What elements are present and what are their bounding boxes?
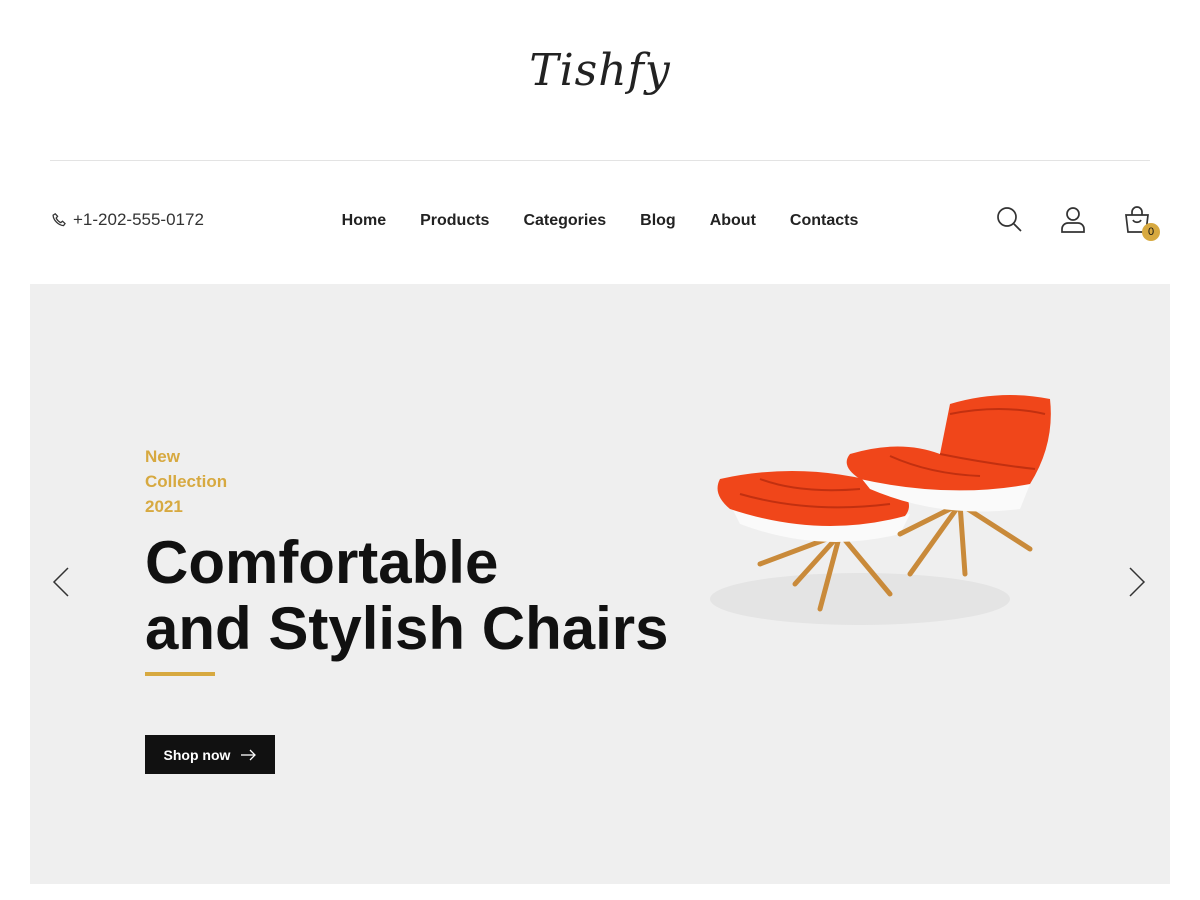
logo-text: Tishfy [529, 45, 671, 96]
shop-now-button[interactable]: Shop now [145, 735, 275, 774]
nav-categories[interactable]: Categories [523, 212, 606, 230]
cart-button[interactable]: 0 [1123, 205, 1160, 241]
hero-slider: New Collection 2021 Comfortable and Styl… [30, 284, 1170, 884]
cart-count-badge: 0 [1142, 223, 1160, 241]
account-button[interactable] [1059, 205, 1087, 237]
headline-line: Comfortable [145, 529, 499, 596]
phone-number: +1-202-555-0172 [73, 210, 204, 229]
accent-underline [145, 672, 215, 676]
nav-about[interactable]: About [710, 212, 756, 230]
brand-logo[interactable]: Tishfy [0, 45, 1200, 96]
chair-product-image [710, 395, 1051, 625]
hero-eyebrow: New Collection 2021 [145, 444, 285, 519]
chevron-left-icon [52, 567, 69, 597]
eyebrow-line: Collection [145, 472, 228, 491]
search-button[interactable] [995, 205, 1023, 237]
chevron-right-icon [1129, 567, 1146, 597]
nav-contacts[interactable]: Contacts [790, 212, 858, 230]
headline-line: and Stylish Chairs [145, 595, 669, 662]
slider-next-button[interactable] [1126, 564, 1150, 600]
phone-icon [52, 212, 66, 226]
shop-now-label: Shop now [163, 746, 231, 763]
header-divider [50, 160, 1150, 161]
phone-contact[interactable]: +1-202-555-0172 [50, 210, 204, 230]
user-icon [1061, 207, 1085, 233]
nav-products[interactable]: Products [420, 212, 489, 230]
search-icon [997, 207, 1022, 232]
nav-home[interactable]: Home [342, 212, 386, 230]
hero-headline: Comfortable and Stylish Chairs [145, 530, 668, 662]
eyebrow-line: 2021 [145, 497, 183, 516]
nav-blog[interactable]: Blog [640, 212, 676, 230]
arrow-right-icon [241, 749, 257, 760]
eyebrow-line: New [145, 447, 180, 466]
slider-prev-button[interactable] [48, 564, 72, 600]
